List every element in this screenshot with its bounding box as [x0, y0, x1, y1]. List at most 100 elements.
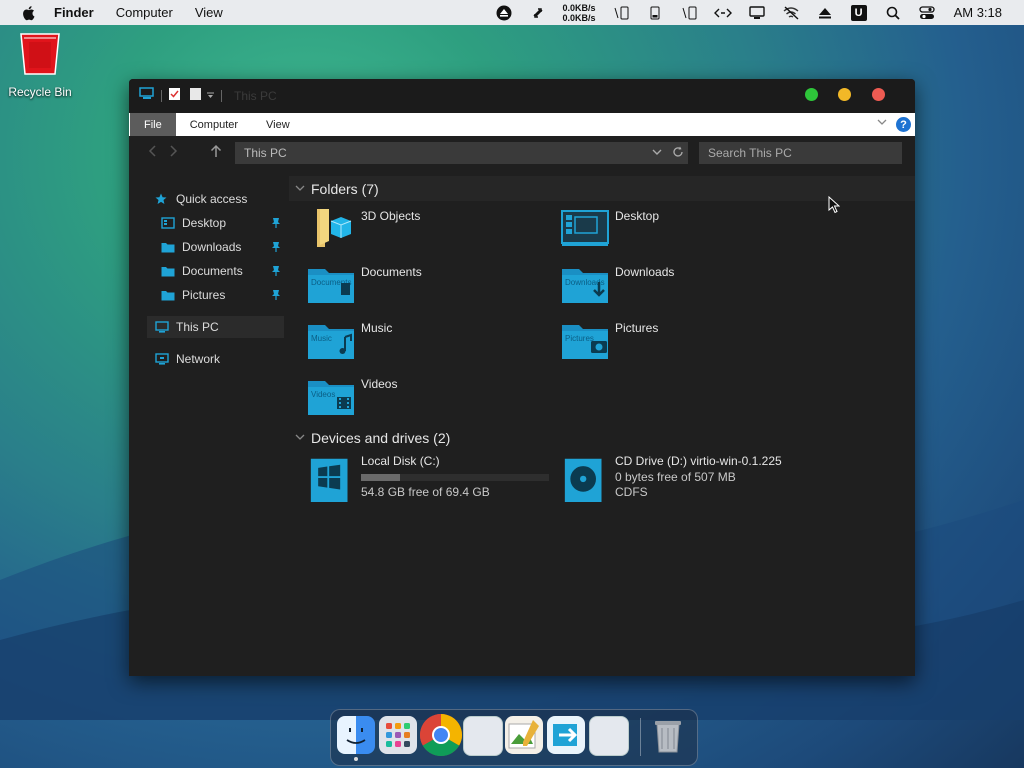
folder-videos-label: Videos	[361, 377, 398, 391]
music-overlay-text: Music	[311, 334, 332, 343]
folders-group-header[interactable]: Folders (7)	[289, 176, 915, 201]
folder-desktop[interactable]: Desktop	[543, 203, 783, 251]
address-dropdown-icon[interactable]	[652, 147, 662, 159]
drive-c-free: 54.8 GB free of 69.4 GB	[361, 485, 490, 499]
running-indicator	[354, 757, 358, 761]
chevron-down-icon	[289, 183, 311, 195]
display-icon[interactable]	[748, 5, 766, 21]
nav-network[interactable]: Network	[155, 348, 220, 370]
pin-icon[interactable]	[271, 289, 281, 301]
3d-objects-folder-icon	[317, 209, 352, 247]
apple-menu-icon[interactable]	[22, 5, 40, 21]
folder-downloads[interactable]: Downloads Downloads	[543, 259, 783, 307]
nav-desktop-label: Desktop	[182, 216, 227, 230]
nav-documents[interactable]: Documents	[161, 260, 243, 282]
tab-view[interactable]: View	[252, 113, 304, 136]
search-input[interactable]: Search This PC	[699, 142, 902, 164]
u-app-icon[interactable]: U	[850, 4, 868, 21]
star-icon	[155, 193, 169, 205]
customize-dropdown-icon[interactable]	[206, 87, 215, 105]
refresh-icon[interactable]	[672, 146, 684, 161]
drive-d-fs: CDFS	[615, 485, 648, 499]
zoom-button[interactable]	[805, 88, 818, 101]
recycle-bin-desktop-icon[interactable]: Recycle Bin	[3, 30, 77, 99]
menu-view[interactable]: View	[195, 5, 223, 20]
drive-d-name: CD Drive (D:) virtio-win-0.1.225	[615, 454, 782, 468]
videos-overlay-text: Videos	[311, 390, 335, 399]
nav-quick-access-label: Quick access	[176, 192, 248, 206]
properties-icon[interactable]	[168, 87, 181, 106]
toolbar-separator	[221, 90, 222, 102]
nav-pictures[interactable]: Pictures	[161, 284, 225, 306]
pin-icon[interactable]	[271, 265, 281, 277]
network-icon	[155, 353, 169, 365]
help-button[interactable]: ?	[896, 117, 911, 132]
address-bar[interactable]: This PC	[235, 142, 688, 164]
folder-music[interactable]: Music Music	[289, 315, 529, 363]
nav-quick-access[interactable]: Quick access	[155, 188, 247, 210]
status-area: 0.0KB/s 0.0KB/s U AM 3:18	[487, 0, 1024, 25]
image-editor-icon[interactable]	[505, 716, 543, 754]
eject-icon[interactable]	[816, 5, 834, 21]
title-bar[interactable]: This PC	[129, 79, 915, 113]
computer-icon[interactable]	[139, 87, 155, 105]
music-folder-icon: Music	[308, 325, 354, 359]
back-arrow-icon[interactable]	[141, 144, 163, 163]
launchpad-icon[interactable]	[379, 716, 417, 754]
menu-app-name[interactable]: Finder	[54, 5, 94, 20]
battery-icon[interactable]	[680, 5, 698, 21]
clock[interactable]: AM 3:18	[954, 5, 1002, 20]
forward-arrow-icon[interactable]	[163, 144, 185, 163]
nav-desktop[interactable]: Desktop	[161, 212, 226, 234]
close-button[interactable]	[872, 88, 885, 101]
chrome-icon[interactable]	[419, 713, 463, 757]
drive-d-free: 0 bytes free of 507 MB	[615, 470, 736, 484]
net-up-speed: 0.0KB/s	[562, 2, 596, 13]
nav-pictures-label: Pictures	[182, 288, 226, 302]
nav-this-pc[interactable]: This PC	[147, 316, 284, 338]
folder-pictures[interactable]: Pictures Pictures	[543, 315, 783, 363]
finder-icon[interactable]	[337, 716, 375, 754]
devices-group-header[interactable]: Devices and drives (2)	[289, 425, 450, 450]
drive-cd-d[interactable]: CD Drive (D:) virtio-win-0.1.225 0 bytes…	[543, 452, 823, 502]
up-arrow-icon[interactable]	[205, 144, 227, 163]
toolbar-separator	[161, 90, 162, 102]
tab-computer[interactable]: Computer	[176, 113, 252, 136]
desktop-folder-icon	[561, 210, 609, 246]
control-center-icon[interactable]	[918, 5, 936, 21]
cd-drive-icon	[564, 458, 602, 502]
eject-circle-icon[interactable]	[495, 5, 513, 21]
explorer-window: This PC File Computer View ? This PC Sea…	[129, 79, 915, 676]
drive-local-disk-c[interactable]: Local Disk (C:) 54.8 GB free of 69.4 GB	[289, 452, 549, 502]
ribbon-tabs: File Computer View ?	[129, 113, 915, 136]
blank-app-icon[interactable]	[463, 716, 503, 756]
trash-icon[interactable]	[649, 716, 687, 754]
recycle-bin-icon	[20, 33, 60, 75]
tab-file[interactable]: File	[130, 113, 176, 136]
pin-icon[interactable]	[271, 241, 281, 253]
dock	[330, 709, 698, 766]
folder-3d-objects-label: 3D Objects	[361, 209, 421, 223]
pictures-folder-icon: Pictures	[562, 325, 608, 359]
desktop-folder-icon	[161, 217, 175, 229]
folder-3d-objects[interactable]: 3D Objects	[289, 203, 529, 251]
battery-icon[interactable]	[646, 5, 664, 21]
minimize-button[interactable]	[838, 88, 851, 101]
folder-documents[interactable]: Documents Documents	[289, 259, 529, 307]
sync-icon[interactable]	[529, 5, 547, 21]
nav-downloads[interactable]: Downloads	[161, 236, 241, 258]
search-icon[interactable]	[884, 5, 902, 21]
expand-ribbon-icon[interactable]	[877, 117, 887, 129]
menu-computer[interactable]: Computer	[116, 5, 173, 20]
migration-icon[interactable]	[547, 716, 585, 754]
blank-app-icon[interactable]	[589, 716, 629, 756]
wifi-off-icon[interactable]	[782, 5, 800, 21]
code-arrows-icon[interactable]	[713, 5, 732, 21]
menu-bar: Finder Computer View 0.0KB/s 0.0KB/s U A…	[0, 0, 1024, 25]
pin-icon[interactable]	[271, 217, 281, 229]
folder-pictures-label: Pictures	[615, 321, 659, 335]
new-folder-icon[interactable]	[189, 87, 202, 106]
folder-desktop-label: Desktop	[615, 209, 660, 223]
folder-videos[interactable]: Videos Videos	[289, 371, 529, 419]
battery-icon[interactable]	[612, 5, 630, 21]
